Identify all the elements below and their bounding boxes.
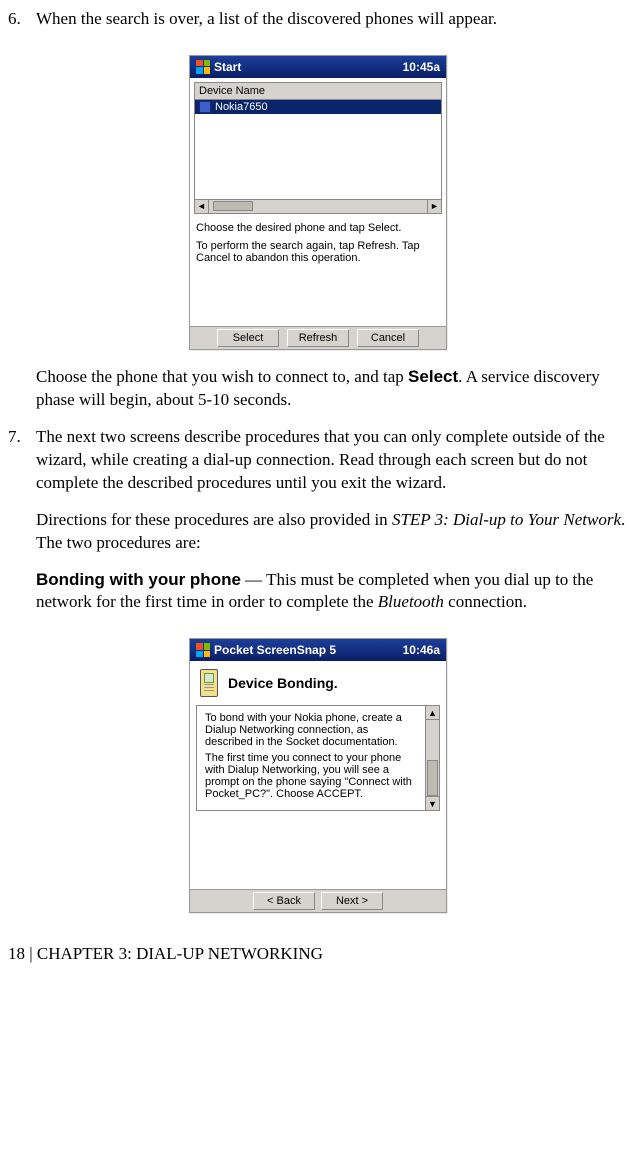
cancel-button[interactable]: Cancel (357, 329, 419, 347)
list-number-7: 7. (8, 426, 36, 629)
step7-p2: Directions for these procedures are also… (36, 509, 628, 555)
phone-icon (200, 669, 218, 697)
device-name-label: Nokia7650 (215, 101, 268, 113)
vertical-scrollbar[interactable]: ▲ ▼ (425, 706, 439, 810)
device-row[interactable]: Nokia7650 (195, 100, 441, 114)
screenshot-device-list: Start 10:45a Device Name Nokia7650 ◄ ► C… (189, 55, 447, 350)
bonding-heading: Device Bonding. (228, 675, 338, 691)
bonding-para-1: To bond with your Nokia phone, create a … (205, 712, 417, 748)
clock-time: 10:46a (403, 643, 440, 657)
softkey-bar: < Back Next > (190, 889, 446, 912)
scroll-up-arrow-icon[interactable]: ▲ (426, 706, 439, 720)
back-button[interactable]: < Back (253, 892, 315, 910)
screenshot-device-bonding: Pocket ScreenSnap 5 10:46a Device Bondin… (189, 638, 447, 913)
window-titlebar: Start 10:45a (190, 56, 446, 78)
phone-icon (199, 101, 211, 113)
horizontal-scrollbar[interactable]: ◄ ► (194, 200, 442, 214)
scroll-track[interactable] (209, 200, 427, 213)
scroll-thumb[interactable] (213, 201, 253, 211)
scroll-thumb[interactable] (427, 760, 438, 796)
window-title: Start (214, 60, 403, 74)
softkey-bar: Select Refresh Cancel (190, 326, 446, 349)
hint-line-1: Choose the desired phone and tap Select. (196, 222, 440, 234)
step6-after: Choose the phone that you wish to connec… (36, 366, 628, 412)
scroll-down-arrow-icon[interactable]: ▼ (426, 796, 439, 810)
instruction-textbox: To bond with your Nokia phone, create a … (196, 705, 440, 811)
list-number-6: 6. (8, 8, 36, 45)
step7-p1: The next two screens describe procedures… (36, 426, 628, 495)
bonding-para-2: The first time you connect to your phone… (205, 752, 417, 800)
windows-start-icon (196, 643, 210, 657)
refresh-button[interactable]: Refresh (287, 329, 349, 347)
page-footer: 18 | CHAPTER 3: DIAL-UP NETWORKING (8, 943, 628, 966)
scroll-left-arrow-icon[interactable]: ◄ (195, 200, 209, 213)
select-button[interactable]: Select (217, 329, 279, 347)
window-title: Pocket ScreenSnap 5 (214, 643, 403, 657)
window-titlebar: Pocket ScreenSnap 5 10:46a (190, 639, 446, 661)
windows-start-icon (196, 60, 210, 74)
step7-bonding: Bonding with your phone — This must be c… (36, 569, 628, 615)
step6-intro: When the search is over, a list of the d… (36, 8, 628, 31)
device-listbox[interactable]: Device Name Nokia7650 (194, 82, 442, 200)
scroll-right-arrow-icon[interactable]: ► (427, 200, 441, 213)
column-header-device-name[interactable]: Device Name (195, 83, 441, 100)
next-button[interactable]: Next > (321, 892, 383, 910)
scroll-track[interactable] (426, 720, 439, 796)
clock-time: 10:45a (403, 60, 440, 74)
hint-line-2: To perform the search again, tap Refresh… (196, 240, 440, 264)
